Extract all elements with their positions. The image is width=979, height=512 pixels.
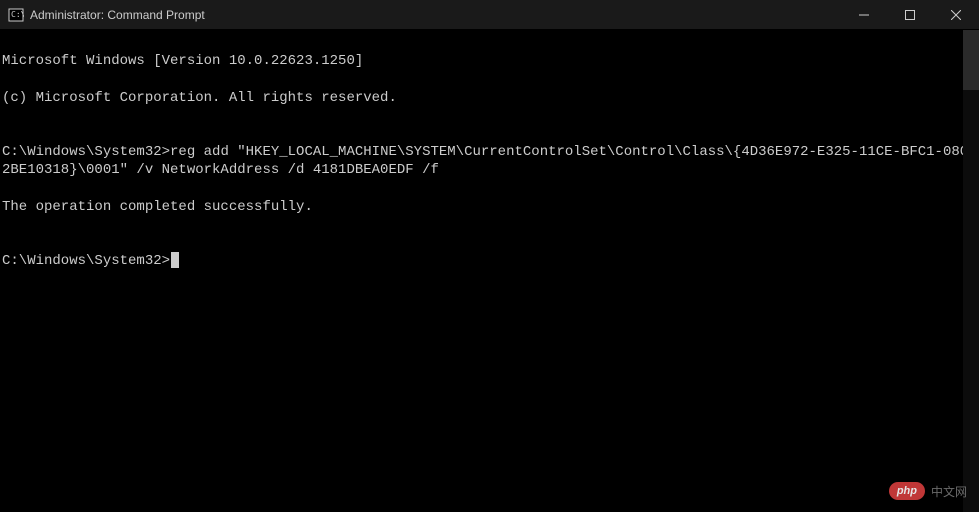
terminal-prompt-line: C:\Windows\System32>: [2, 252, 977, 270]
terminal-line: (c) Microsoft Corporation. All rights re…: [2, 89, 977, 107]
window-controls: [841, 0, 979, 29]
close-button[interactable]: [933, 0, 979, 29]
window-title: Administrator: Command Prompt: [30, 8, 205, 22]
svg-text:C:\: C:\: [11, 10, 24, 19]
prompt: C:\Windows\System32>: [2, 252, 170, 270]
terminal-output[interactable]: Microsoft Windows [Version 10.0.22623.12…: [0, 30, 979, 512]
scrollbar[interactable]: [963, 30, 979, 512]
titlebar-left: C:\ Administrator: Command Prompt: [8, 7, 205, 23]
cursor: [171, 252, 179, 268]
maximize-button[interactable]: [887, 0, 933, 29]
watermark-text: 中文网: [931, 483, 967, 500]
terminal-result: The operation completed successfully.: [2, 198, 977, 216]
watermark-badge: php: [889, 482, 925, 500]
terminal-line: Microsoft Windows [Version 10.0.22623.12…: [2, 52, 977, 70]
watermark: php 中文网: [889, 482, 967, 500]
scrollbar-thumb[interactable]: [963, 30, 979, 90]
window-titlebar: C:\ Administrator: Command Prompt: [0, 0, 979, 30]
cmd-icon: C:\: [8, 7, 24, 23]
prompt: C:\Windows\System32>: [2, 144, 170, 160]
terminal-command-line: C:\Windows\System32>reg add "HKEY_LOCAL_…: [2, 143, 977, 179]
minimize-button[interactable]: [841, 0, 887, 29]
